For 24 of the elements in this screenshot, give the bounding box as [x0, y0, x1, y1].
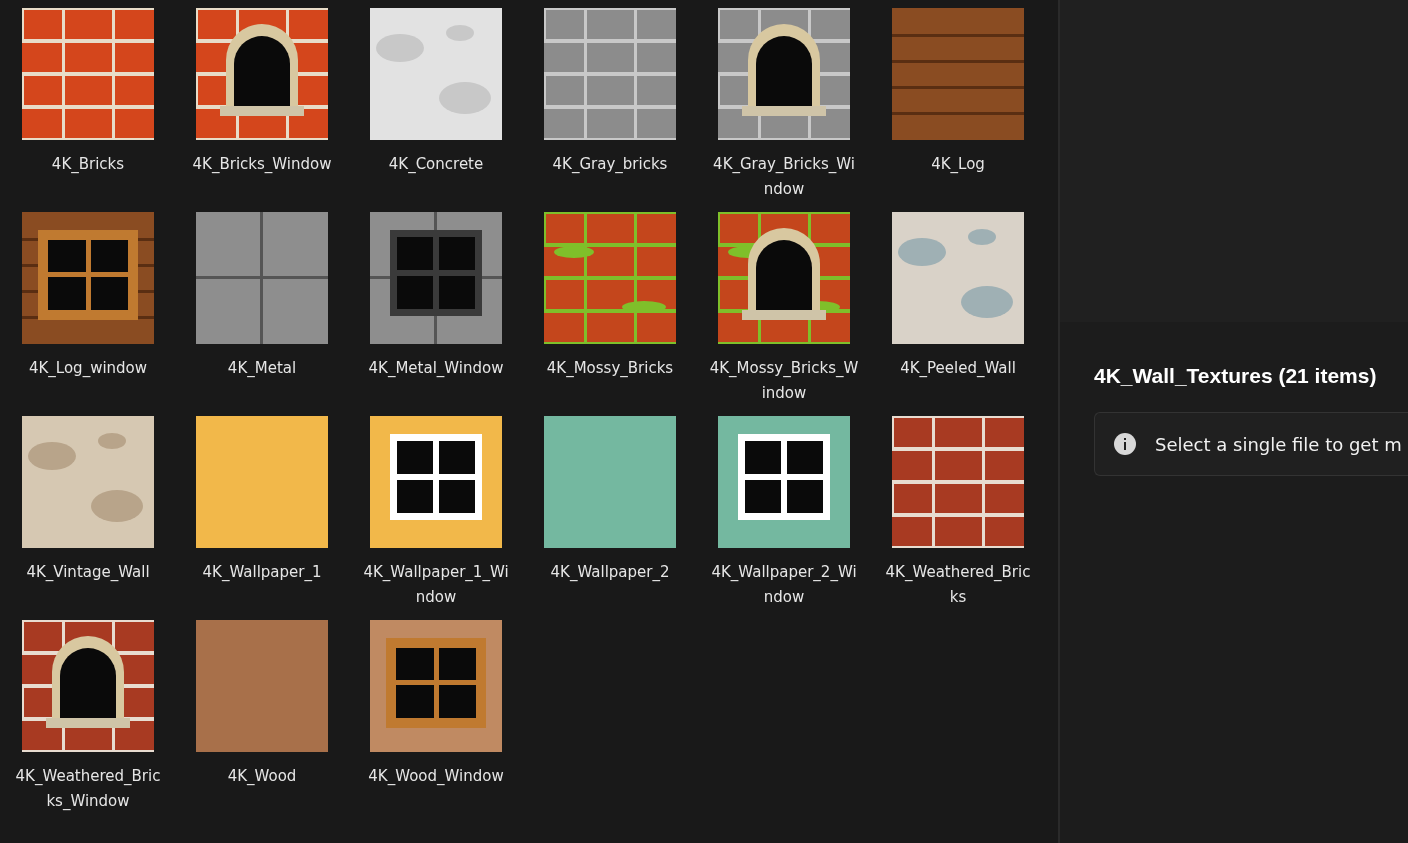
file-name[interactable]: 4K_Gray_Bricks_Window	[709, 152, 859, 202]
file-name[interactable]: 4K_Wood	[187, 764, 337, 789]
info-icon	[1113, 432, 1137, 456]
info-text: Select a single file to get m	[1155, 433, 1402, 455]
file-name[interactable]: 4K_Mossy_Bricks_Window	[709, 356, 859, 406]
file-name[interactable]: 4K_Metal_Window	[361, 356, 511, 381]
file-name[interactable]: 4K_Bricks_Window	[187, 152, 337, 177]
file-name[interactable]: 4K_Wallpaper_2_Window	[709, 560, 859, 610]
file-name[interactable]: 4K_Weathered_Bricks	[883, 560, 1033, 610]
file-name[interactable]: 4K_Bricks	[13, 152, 163, 177]
file-name[interactable]: 4K_Mossy_Bricks	[535, 356, 685, 381]
file-name[interactable]: 4K_Vintage_Wall	[13, 560, 163, 585]
file-name[interactable]: 4K_Peeled_Wall	[883, 356, 1033, 381]
file-name[interactable]: 4K_Gray_bricks	[535, 152, 685, 177]
file-name[interactable]: 4K_Log_window	[13, 356, 163, 381]
file-name[interactable]: 4K_Wallpaper_1_Window	[361, 560, 511, 610]
file-name[interactable]: 4K_Wallpaper_1	[187, 560, 337, 585]
file-name[interactable]: 4K_Metal	[187, 356, 337, 381]
folder-title: 4K_Wall_Textures (21 items)	[1094, 364, 1378, 388]
file-name[interactable]: 4K_Wallpaper_2	[535, 560, 685, 585]
file-name[interactable]: 4K_Weathered_Bricks_Window	[13, 764, 163, 814]
file-name[interactable]: 4K_Log	[883, 152, 1033, 177]
file-name[interactable]: 4K_Concrete	[361, 152, 511, 177]
file-name[interactable]: 4K_Wood_Window	[361, 764, 511, 789]
